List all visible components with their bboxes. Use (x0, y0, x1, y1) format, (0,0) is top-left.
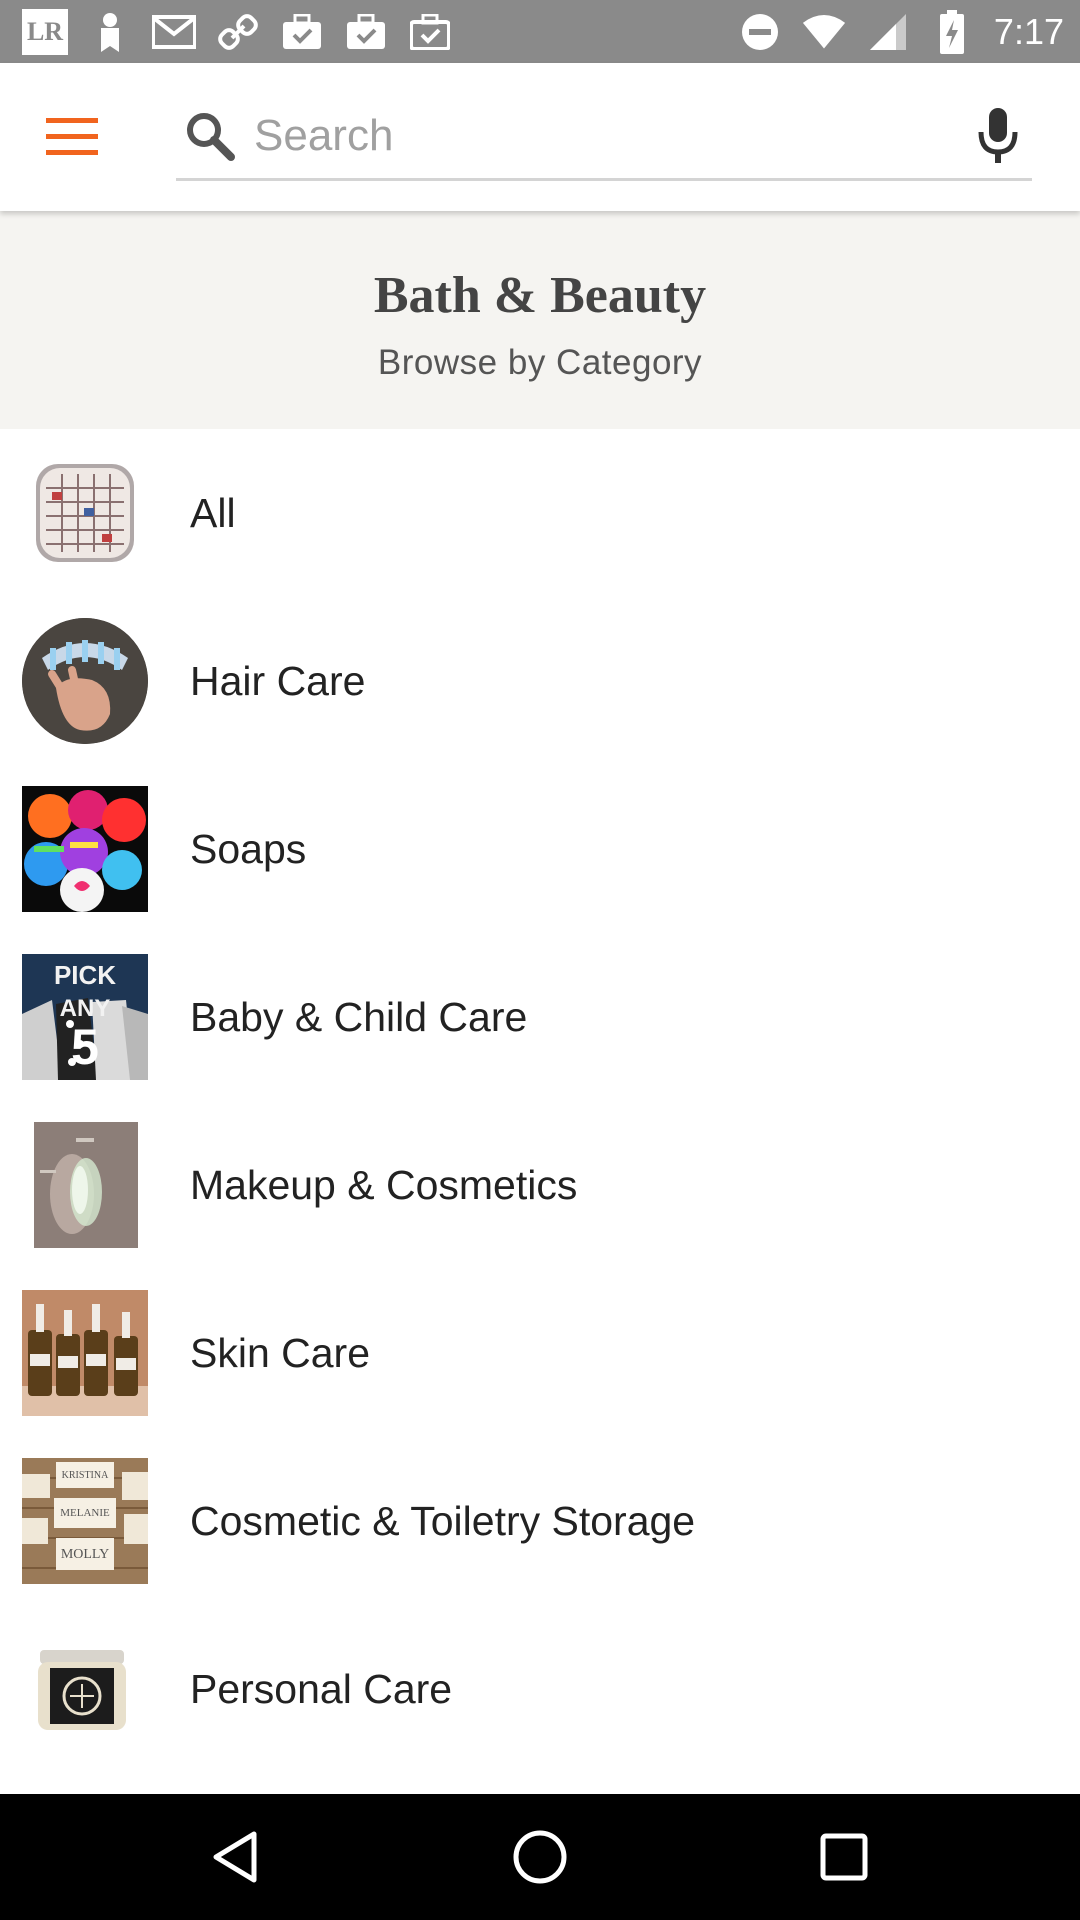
category-label: Skin Care (190, 1329, 371, 1376)
thumb-text-tag2: MELANIE (60, 1507, 110, 1519)
category-label: Hair Care (190, 657, 366, 704)
category-thumbnail (22, 1122, 148, 1248)
wifi-icon (802, 10, 846, 54)
category-label: All (190, 489, 236, 536)
category-label: Personal Care (190, 1665, 453, 1712)
thumb-text-tag1: KRISTINA (62, 1470, 109, 1481)
clock: 7:17 (993, 10, 1064, 52)
thumb-text-pick: PICK (54, 960, 116, 990)
thumb-text-any: ANY (60, 995, 111, 1022)
category-thumbnail: PICK ANY 5 (22, 954, 148, 1080)
back-triangle-icon[interactable] (202, 1824, 268, 1890)
status-bar: LR 7:17 (0, 0, 1080, 63)
signal-icon (866, 10, 910, 54)
category-thumbnail (22, 786, 148, 912)
briefcase-check-icon (408, 10, 452, 54)
recents-square-icon[interactable] (811, 1824, 877, 1890)
link-icon (216, 10, 260, 54)
category-thumbnail (22, 618, 148, 744)
category-label: Soaps (190, 825, 307, 872)
page-title: Bath & Beauty (373, 267, 707, 324)
system-nav-bar (0, 1794, 1080, 1920)
category-list: All Hair Care Soaps PICK ANY 5 Baby & Ch… (0, 429, 1080, 1794)
category-header: Bath & Beauty Browse by Category (0, 211, 1080, 429)
gmail-icon (152, 10, 196, 54)
category-thumbnail: KRISTINA MELANIE MOLLY (22, 1458, 148, 1584)
category-thumbnail (22, 450, 148, 576)
thumb-text-tag3: MOLLY (61, 1547, 109, 1562)
category-thumbnail (22, 1290, 148, 1416)
status-bar-notifications: LR (22, 8, 452, 55)
category-label: Cosmetic & Toiletry Storage (190, 1497, 696, 1544)
bookmark-icon (88, 10, 132, 54)
category-row-personal-care[interactable]: Personal Care (0, 1605, 1080, 1773)
briefcase-check-icon (344, 10, 388, 54)
page-subtitle: Browse by Category (377, 343, 703, 382)
briefcase-check-icon (280, 10, 324, 54)
search-bar[interactable] (176, 93, 1032, 181)
category-thumbnail (22, 1626, 148, 1752)
category-label: Makeup & Cosmetics (190, 1161, 578, 1208)
category-row-baby-child-care[interactable]: PICK ANY 5 Baby & Child Care (0, 933, 1080, 1101)
category-row-skin-care[interactable]: Skin Care (0, 1269, 1080, 1437)
category-row-cosmetic-toiletry-storage[interactable]: KRISTINA MELANIE MOLLY Cosmetic & Toilet… (0, 1437, 1080, 1605)
category-row-makeup-cosmetics[interactable]: Makeup & Cosmetics (0, 1101, 1080, 1269)
lr-icon: LR (22, 8, 68, 55)
home-circle-icon[interactable] (507, 1824, 573, 1890)
category-row-all[interactable]: All (0, 429, 1080, 597)
category-label: Baby & Child Care (190, 993, 528, 1040)
search-icon[interactable] (180, 106, 240, 166)
search-input[interactable] (254, 110, 968, 161)
category-row-soaps[interactable]: Soaps (0, 765, 1080, 933)
microphone-icon[interactable] (968, 101, 1028, 171)
battery-charging-icon (930, 9, 974, 54)
do-not-disturb-icon (738, 10, 782, 54)
category-row-hair-care[interactable]: Hair Care (0, 597, 1080, 765)
hamburger-menu-icon[interactable] (30, 105, 114, 169)
app-bar (0, 63, 1080, 211)
thumb-text-five: 5 (71, 1019, 99, 1075)
status-bar-system: 7:17 (738, 9, 1064, 54)
